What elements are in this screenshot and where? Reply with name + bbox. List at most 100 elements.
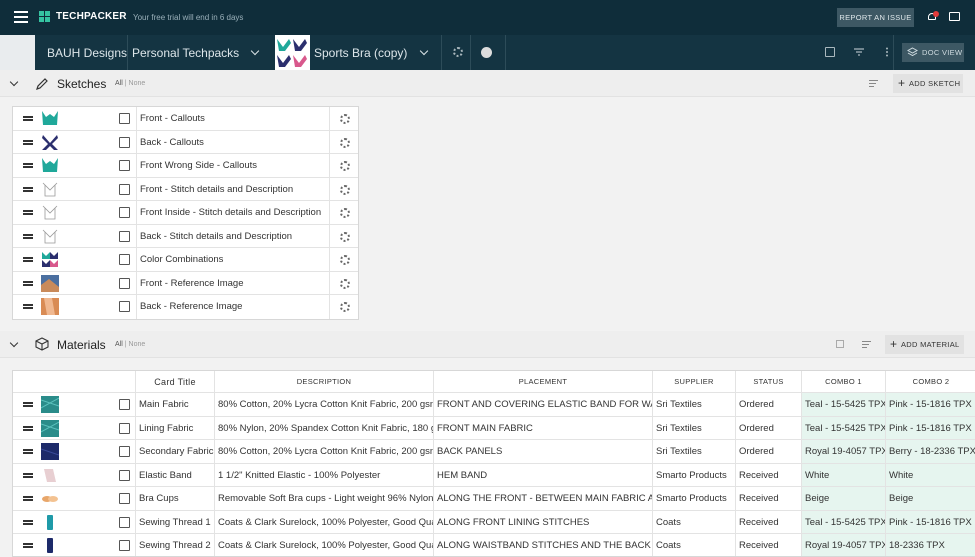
cell-status[interactable]: Received	[735, 463, 801, 486]
cell-description[interactable]: Coats & Clark Surelock, 100% Polyester, …	[214, 510, 433, 533]
table-row[interactable]: Bra Cups Removable Soft Bra cups - Light …	[13, 487, 975, 511]
cell-placement[interactable]: BACK PANELS	[433, 440, 652, 463]
sketch-row[interactable]: Front - Callouts	[13, 107, 358, 131]
drag-handle-icon[interactable]	[23, 163, 33, 168]
folder-chevron-down-icon[interactable]	[250, 46, 260, 56]
column-header-status[interactable]: STATUS	[735, 371, 801, 392]
column-header-title[interactable]: Card Title	[135, 371, 214, 392]
filter-icon[interactable]	[854, 47, 864, 57]
sketch-name[interactable]: Front Inside - Stitch details and Descri…	[136, 201, 330, 225]
sketch-name[interactable]: Color Combinations	[136, 248, 330, 272]
sketch-settings-gear-icon[interactable]	[340, 302, 350, 312]
more-vertical-icon[interactable]	[884, 47, 894, 57]
sketch-settings-gear-icon[interactable]	[340, 137, 350, 148]
cell-status[interactable]: Received	[735, 487, 801, 510]
sketch-checkbox[interactable]	[119, 301, 130, 312]
notifications-bell-icon[interactable]	[927, 11, 939, 22]
drag-handle-icon[interactable]	[23, 519, 33, 525]
material-checkbox[interactable]	[119, 516, 130, 528]
cell-placement[interactable]: FRONT AND COVERING ELASTIC BAND FOR WAIS…	[433, 393, 652, 416]
sketch-name[interactable]: Front Wrong Side - Callouts	[136, 154, 330, 178]
cell-title[interactable]: Lining Fabric	[135, 416, 214, 439]
cell-title[interactable]: Sewing Thread 1	[135, 510, 214, 533]
material-thumbnail[interactable]	[40, 443, 60, 460]
sketch-checkbox[interactable]	[119, 136, 130, 148]
cell-title[interactable]: Sewing Thread 2	[135, 534, 214, 556]
material-thumbnail[interactable]	[41, 490, 59, 507]
cell-title[interactable]: Secondary Fabric	[135, 440, 214, 463]
sort-icon[interactable]	[862, 341, 871, 348]
breadcrumb-product[interactable]: Sports Bra (copy)	[314, 46, 407, 60]
cell-placement[interactable]: ALONG WAISTBAND STITCHES AND THE BACK PA…	[433, 534, 652, 556]
cell-supplier[interactable]: Smarto Products	[652, 463, 735, 486]
sketch-thumbnail[interactable]	[41, 181, 59, 198]
sketch-thumbnail[interactable]	[41, 251, 59, 268]
sketch-name[interactable]: Front - Reference Image	[136, 271, 330, 295]
cell-status[interactable]: Received	[735, 534, 801, 556]
sketch-thumbnail[interactable]	[41, 157, 59, 174]
drag-handle-icon[interactable]	[23, 186, 33, 192]
collapse-chevron-icon[interactable]	[9, 77, 19, 87]
status-dot-icon[interactable]	[481, 47, 492, 58]
cell-description[interactable]: 80% Nylon, 20% Spandex Cotton Knit Fabri…	[214, 416, 433, 439]
table-row[interactable]: Secondary Fabric 80% Cotton, 20% Lycra Co…	[13, 440, 975, 464]
collapse-chevron-icon[interactable]	[9, 338, 19, 348]
cell-description[interactable]: 1 1/2" Knitted Elastic - 100% Polyester	[214, 463, 433, 486]
filter-all-link[interactable]: All	[115, 341, 123, 348]
doc-view-button[interactable]: DOC VIEW	[902, 43, 964, 62]
add-sketch-button[interactable]: ADD SKETCH	[893, 74, 963, 93]
cell-combo1[interactable]: Teal - 15-5425 TPX	[801, 416, 885, 439]
cell-combo2[interactable]: Pink - 15-1816 TPX	[885, 510, 975, 533]
drag-handle-icon[interactable]	[23, 280, 33, 286]
material-thumbnail[interactable]	[40, 396, 60, 413]
cell-combo1[interactable]: Royal 19-4057 TPX	[801, 534, 885, 556]
cell-supplier[interactable]: Coats	[652, 510, 735, 533]
cell-title[interactable]: Main Fabric	[135, 393, 214, 416]
cell-combo2[interactable]: Pink - 15-1816 TPX	[885, 393, 975, 416]
cell-supplier[interactable]: Sri Textiles	[652, 440, 735, 463]
drag-handle-icon[interactable]	[23, 257, 33, 262]
cell-combo2[interactable]: Pink - 15-1816 TPX	[885, 416, 975, 439]
cell-status[interactable]: Ordered	[735, 416, 801, 439]
sketch-thumbnail[interactable]	[41, 298, 59, 315]
sketch-row[interactable]: Back - Callouts	[13, 130, 358, 154]
drag-handle-icon[interactable]	[23, 139, 33, 145]
copy-icon[interactable]	[825, 47, 835, 57]
material-thumbnail[interactable]	[40, 419, 60, 437]
cell-combo1[interactable]: Teal - 15-5425 TPX	[801, 510, 885, 533]
sort-icon[interactable]	[869, 80, 878, 87]
report-issue-button[interactable]: REPORT AN ISSUE	[837, 8, 914, 27]
sketch-checkbox[interactable]	[119, 183, 130, 195]
cell-combo2[interactable]: Beige	[885, 487, 975, 510]
drag-handle-icon[interactable]	[23, 496, 33, 501]
cell-description[interactable]: Coats & Clark Surelock, 100% Polyester, …	[214, 534, 433, 556]
sketch-settings-gear-icon[interactable]	[340, 161, 350, 171]
breadcrumb-brand[interactable]: BAUH Designs	[47, 46, 127, 60]
cell-placement[interactable]: ALONG FRONT LINING STITCHES	[433, 510, 652, 533]
cell-description[interactable]: Removable Soft Bra cups - Light weight 9…	[214, 487, 433, 510]
cell-combo2[interactable]: 18-2336 TPX	[885, 534, 975, 556]
material-checkbox[interactable]	[119, 446, 130, 457]
drag-handle-icon[interactable]	[23, 543, 33, 548]
cell-status[interactable]: Ordered	[735, 440, 801, 463]
filter-none-link[interactable]: None	[129, 80, 146, 87]
sketch-thumbnail[interactable]	[41, 110, 59, 127]
drag-handle-icon[interactable]	[23, 233, 33, 239]
cell-placement[interactable]: FRONT MAIN FABRIC	[433, 416, 652, 439]
sketch-row[interactable]: Front - Stitch details and Description	[13, 177, 358, 201]
cell-supplier[interactable]: Sri Textiles	[652, 393, 735, 416]
breadcrumb-folder[interactable]: Personal Techpacks	[132, 46, 239, 60]
material-checkbox[interactable]	[119, 399, 130, 410]
column-header-supplier[interactable]: SUPPLIER	[652, 371, 735, 392]
material-thumbnail[interactable]	[41, 467, 59, 484]
sketch-name[interactable]: Back - Reference Image	[136, 295, 330, 319]
drag-handle-icon[interactable]	[23, 402, 33, 407]
sketch-checkbox[interactable]	[119, 113, 130, 124]
table-row[interactable]: Elastic Band 1 1/2" Knitted Elastic - 100…	[13, 463, 975, 487]
menu-icon[interactable]	[14, 11, 28, 23]
settings-gear-icon[interactable]	[453, 47, 463, 57]
cell-title[interactable]: Bra Cups	[135, 487, 214, 510]
sketch-settings-gear-icon[interactable]	[340, 278, 350, 289]
cell-combo2[interactable]: White	[885, 463, 975, 486]
cell-status[interactable]: Ordered	[735, 393, 801, 416]
